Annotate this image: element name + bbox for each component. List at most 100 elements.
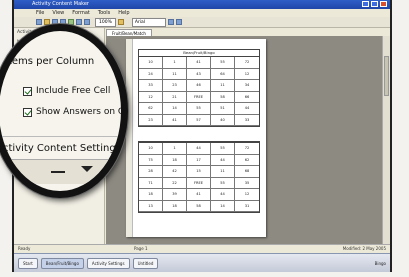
bingo-cell: 41 (187, 189, 211, 201)
bingo-cell: FREE (187, 177, 211, 189)
bingo-cell: 11 (163, 68, 187, 80)
menu-help[interactable]: Help (118, 9, 129, 17)
close-button[interactable] (380, 1, 387, 7)
include-free-cell-option[interactable]: Include Free Cell (23, 86, 110, 96)
bingo-cell: 11 (211, 80, 235, 92)
start-button[interactable]: Start (18, 258, 38, 269)
bingo-cell: 72 (235, 57, 259, 69)
menu-format[interactable]: Format (72, 9, 90, 17)
bingo-cell: 12 (235, 69, 259, 80)
bingo-cell: 66 (235, 92, 259, 103)
bingo-card: 10 1 44 55 72 75 18 17 44 62 28 42 15 11 68 71 22 FREE 55 3… (138, 141, 260, 213)
italic-icon[interactable] (175, 19, 182, 25)
scrollbar-thumb[interactable] (384, 56, 389, 96)
bingo-card: Bean/Fruit/Bingo 10 1 41 55 72 24 11 43 64 12 33 23… (138, 49, 260, 127)
bingo-cell: 10 (139, 143, 163, 155)
bingo-cell: 31 (235, 201, 259, 212)
bingo-cell: 35 (235, 178, 259, 189)
bingo-cell: 68 (235, 166, 259, 178)
tab-document[interactable]: Fruit/Bean/Match (106, 29, 152, 36)
bingo-cell: 21 (163, 91, 187, 103)
bingo-cell: 34 (235, 80, 259, 92)
bingo-cell: 62 (139, 103, 163, 115)
show-answers-label: Show Answers on Car (36, 107, 128, 117)
bingo-cell: 14 (163, 103, 187, 115)
bingo-grid: 10 1 41 55 72 24 11 43 64 12 33 23 46 11 34 12 21 FREE 58 6… (139, 57, 259, 126)
maximize-button[interactable] (371, 1, 378, 7)
vertical-ruler (126, 39, 133, 237)
bingo-cell: 13 (139, 200, 163, 212)
bingo-cell: 55 (211, 143, 235, 155)
bingo-cell: 12 (235, 189, 259, 201)
show-answers-checkbox[interactable] (23, 107, 32, 117)
bold-icon[interactable] (167, 19, 174, 25)
show-answers-option[interactable]: Show Answers on Car (23, 107, 128, 117)
bingo-cell: 62 (235, 155, 259, 166)
bingo-cell: 55 (187, 103, 211, 115)
taskbar-tray: Bingo (374, 261, 386, 266)
status-page: Page 1 (134, 246, 148, 251)
bingo-cell: 1 (163, 57, 187, 69)
menu-bar: File View Format Tools Help (14, 9, 390, 17)
bingo-cell: 72 (235, 143, 259, 155)
bingo-cell: 33 (235, 115, 259, 126)
bingo-cell: 55 (211, 177, 235, 189)
title-bar: Activity Content Maker (14, 0, 390, 9)
redo-icon[interactable] (84, 19, 90, 25)
items-per-column-heading: Items per Column (5, 56, 95, 67)
settings-toolbar (0, 159, 121, 184)
document-workspace: Bean/Fruit/Bingo 10 1 41 55 72 24 11 43 64 12 33 23… (106, 36, 390, 244)
menu-tools[interactable]: Tools (98, 9, 110, 17)
status-ready: Ready (18, 246, 31, 251)
bingo-cell: 12 (139, 91, 163, 103)
window-controls (362, 1, 387, 7)
bingo-cell: 18 (163, 200, 187, 212)
minimize-button[interactable] (362, 1, 369, 7)
menu-view[interactable]: View (52, 9, 64, 17)
bingo-cell: 23 (139, 114, 163, 126)
bingo-cell: 46 (187, 80, 211, 92)
bingo-cell: 57 (187, 114, 211, 126)
bingo-cell: 44 (211, 189, 235, 201)
divider (0, 136, 121, 137)
taskbar-item-bingo[interactable]: Bean/Fruit/Bingo (40, 258, 84, 269)
bingo-cell: 1 (163, 143, 187, 155)
magnifier-callout: Items per Column Include Free Cell Show … (0, 24, 128, 198)
bingo-cell: 33 (139, 80, 163, 92)
bingo-cell: 23 (163, 80, 187, 92)
photo-frame: Activity Content Maker File View Format … (0, 0, 409, 277)
bingo-cell: 18 (163, 154, 187, 166)
document-tabs: Fruit/Bean/Match (106, 29, 152, 36)
taskbar-item-untitled[interactable]: Untitled (132, 258, 159, 269)
bingo-cell: 64 (211, 68, 235, 80)
dropdown-arrow-icon[interactable] (81, 166, 93, 172)
bingo-cell: 51 (211, 103, 235, 115)
bingo-cell: 58 (187, 200, 211, 212)
window-title: Activity Content Maker (32, 1, 89, 7)
include-free-cell-checkbox[interactable] (23, 86, 32, 96)
bingo-cell: 41 (187, 57, 211, 69)
status-modified: Modified: 2 May 2005 (342, 246, 386, 251)
bingo-cell: 58 (211, 91, 235, 103)
new-icon[interactable] (36, 19, 42, 25)
bingo-cell: 43 (187, 68, 211, 80)
menu-file[interactable]: File (36, 9, 44, 17)
bingo-cell: 42 (163, 166, 187, 178)
taskbar-item-settings[interactable]: Activity Settings (86, 258, 130, 269)
include-free-cell-label: Include Free Cell (36, 86, 111, 96)
font-select[interactable]: Arial (131, 17, 166, 27)
taskbar: Start Bean/Fruit/Bingo Activity Settings… (14, 253, 390, 272)
bingo-cell: 41 (163, 114, 187, 126)
bingo-cell: 75 (139, 154, 163, 166)
card-title: Bean/Fruit/Bingo (139, 50, 259, 57)
undo-icon[interactable] (76, 19, 82, 25)
bingo-cell: 40 (211, 114, 235, 126)
help-icon[interactable] (117, 19, 124, 25)
minus-icon[interactable] (51, 171, 65, 173)
document-page: Bean/Fruit/Bingo 10 1 41 55 72 24 11 43 64 12 33 23… (126, 39, 266, 237)
bingo-cell: 28 (139, 166, 163, 178)
vertical-scrollbar[interactable] (382, 36, 390, 244)
zoom-select[interactable]: 100% (95, 17, 116, 27)
bingo-cell: 24 (139, 68, 163, 80)
bingo-cell: 22 (163, 177, 187, 189)
